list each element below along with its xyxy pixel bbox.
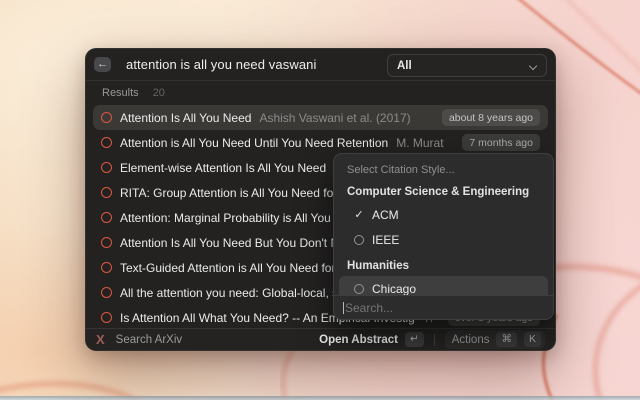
results-label: Results	[102, 87, 139, 99]
popup-title: Select Citation Style...	[334, 154, 553, 178]
popup-section-header: Humanities	[334, 252, 553, 276]
actions-button[interactable]: Actions ⌘ K	[445, 330, 545, 349]
citation-style-option[interactable]: ✓ ACM	[339, 202, 548, 227]
arxiv-logo-icon: X	[96, 332, 105, 347]
popup-search-placeholder: Search...	[345, 301, 393, 315]
filter-dropdown[interactable]: All	[387, 54, 547, 77]
enter-key-icon: ↵	[405, 332, 424, 347]
actions-label: Actions	[452, 334, 490, 346]
checkmark-icon: ✓	[352, 208, 366, 221]
option-state-icon	[352, 284, 366, 294]
open-abstract-button[interactable]: Open Abstract	[319, 334, 398, 346]
result-row[interactable]: Attention Is All You Need Ashish Vaswani…	[93, 105, 548, 130]
paper-icon	[101, 137, 112, 148]
option-label: IEEE	[372, 233, 399, 247]
results-section-header: Results 20	[86, 81, 555, 105]
radio-circle-icon	[354, 284, 364, 294]
results-count: 20	[153, 87, 165, 99]
k-key-icon: K	[524, 332, 541, 347]
footer-bar: X Search ArXiv Open Abstract ↵ Actions ⌘…	[86, 328, 555, 350]
option-label: ACM	[372, 208, 399, 222]
popup-section-header: Computer Science & Engineering	[334, 178, 553, 202]
citation-style-option[interactable]: IEEE	[339, 227, 548, 252]
paper-icon	[101, 162, 112, 173]
search-input[interactable]: attention is all you need vaswani	[126, 57, 316, 72]
text-cursor	[343, 302, 344, 314]
paper-icon	[101, 287, 112, 298]
extension-name: Search ArXiv	[116, 334, 182, 346]
back-button[interactable]: ←	[94, 57, 111, 72]
back-arrow-icon: ←	[97, 59, 108, 70]
result-date-badge: about 8 years ago	[442, 109, 540, 126]
result-title: Attention Is All You Need	[120, 111, 251, 125]
paper-icon	[101, 212, 112, 223]
option-label: Chicago	[372, 282, 416, 296]
paper-icon	[101, 262, 112, 273]
result-title: Attention is All You Need Until You Need…	[120, 136, 388, 150]
paper-icon	[101, 312, 112, 323]
footer-actions: Open Abstract ↵ Actions ⌘ K	[319, 330, 545, 349]
footer-divider	[434, 334, 435, 346]
result-date-badge: 7 months ago	[462, 134, 540, 151]
radio-circle-icon	[354, 235, 364, 245]
paper-icon	[101, 237, 112, 248]
chevron-down-icon	[530, 62, 537, 69]
command-key-icon: ⌘	[496, 332, 517, 347]
wallpaper-bottom-edge	[0, 396, 640, 400]
filter-value: All	[397, 60, 412, 72]
result-row[interactable]: Attention is All You Need Until You Need…	[93, 130, 548, 155]
paper-icon	[101, 112, 112, 123]
raycast-window: ← attention is all you need vaswani All …	[85, 48, 556, 351]
result-title: Element-wise Attention Is All You Need	[120, 161, 326, 175]
result-author: Ashish Vaswani et al. (2017)	[259, 111, 410, 125]
citation-style-popup: Select Citation Style... Computer Scienc…	[333, 153, 554, 320]
popup-search-field[interactable]: Search...	[334, 295, 553, 319]
popup-sections: Computer Science & Engineering ✓ ACM IEE…	[334, 178, 553, 301]
search-header: ← attention is all you need vaswani All	[86, 49, 555, 80]
result-author: M. Murat Yaslioglu (2025)	[396, 136, 446, 150]
paper-icon	[101, 187, 112, 198]
option-state-icon	[352, 235, 366, 245]
